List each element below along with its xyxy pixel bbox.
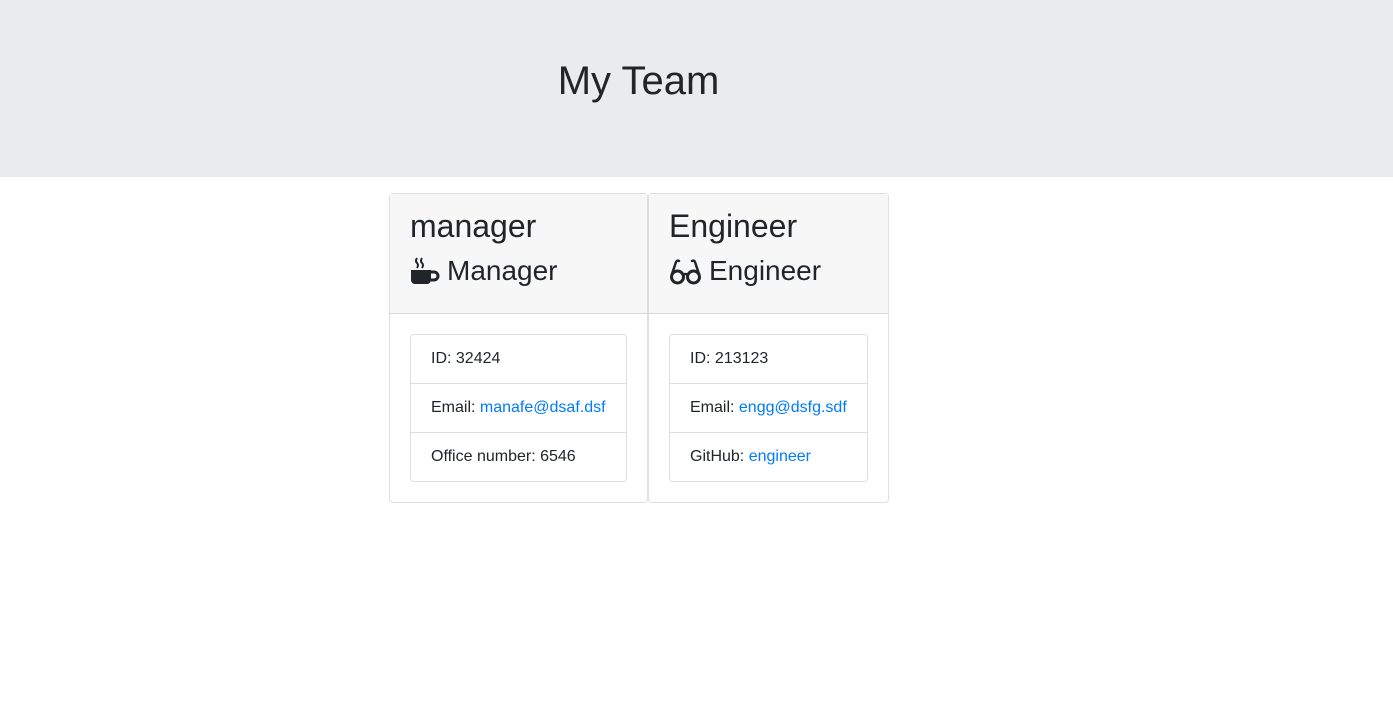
github-row: GitHub: engineer bbox=[670, 433, 867, 481]
page-title: My Team bbox=[557, 59, 720, 103]
id-label: ID: bbox=[431, 350, 452, 367]
office-number-row: Office number: 6546 bbox=[411, 433, 626, 481]
employee-role: Engineer bbox=[669, 254, 868, 288]
office-number-value: 6546 bbox=[540, 448, 576, 465]
id-label: ID: bbox=[690, 350, 711, 367]
employee-card-engineer: Engineer Engineer ID: 213123 Email: engg… bbox=[648, 193, 889, 503]
team-container: manager Manager ID: 32424 Email: manafe@… bbox=[389, 193, 889, 503]
employee-id-row: ID: 213123 bbox=[670, 335, 867, 384]
employee-role-label: Manager bbox=[447, 255, 558, 286]
card-header: Engineer Engineer bbox=[649, 194, 888, 314]
id-value: 213123 bbox=[714, 350, 769, 367]
employee-card-manager: manager Manager ID: 32424 Email: manafe@… bbox=[389, 193, 648, 503]
glasses-icon bbox=[670, 259, 701, 285]
email-link[interactable]: engg@dsfg.sdf bbox=[739, 399, 847, 416]
employee-name: Engineer bbox=[669, 208, 798, 244]
employee-details-list: ID: 213123 Email: engg@dsfg.sdf GitHub: … bbox=[669, 334, 868, 482]
email-label: Email: bbox=[431, 399, 476, 416]
employee-role: Manager bbox=[410, 254, 627, 288]
email-link[interactable]: manafe@dsaf.dsf bbox=[480, 399, 606, 416]
employee-name: manager bbox=[410, 208, 537, 244]
github-link[interactable]: engineer bbox=[749, 448, 811, 465]
card-body: ID: 213123 Email: engg@dsfg.sdf GitHub: … bbox=[649, 314, 888, 502]
id-value: 32424 bbox=[455, 350, 501, 367]
github-label: GitHub: bbox=[690, 448, 745, 465]
email-label: Email: bbox=[690, 399, 735, 416]
card-header: manager Manager bbox=[390, 194, 647, 314]
employee-email-row: Email: engg@dsfg.sdf bbox=[670, 384, 867, 433]
employee-id-row: ID: 32424 bbox=[411, 335, 626, 384]
card-body: ID: 32424 Email: manafe@dsaf.dsf Office … bbox=[390, 314, 647, 502]
office-number-label: Office number: bbox=[431, 448, 536, 465]
employee-email-row: Email: manafe@dsaf.dsf bbox=[411, 384, 626, 433]
employee-role-label: Engineer bbox=[709, 255, 822, 286]
page-header: My Team bbox=[0, 0, 1393, 177]
coffee-mug-icon bbox=[411, 257, 440, 284]
employee-details-list: ID: 32424 Email: manafe@dsaf.dsf Office … bbox=[410, 334, 627, 482]
